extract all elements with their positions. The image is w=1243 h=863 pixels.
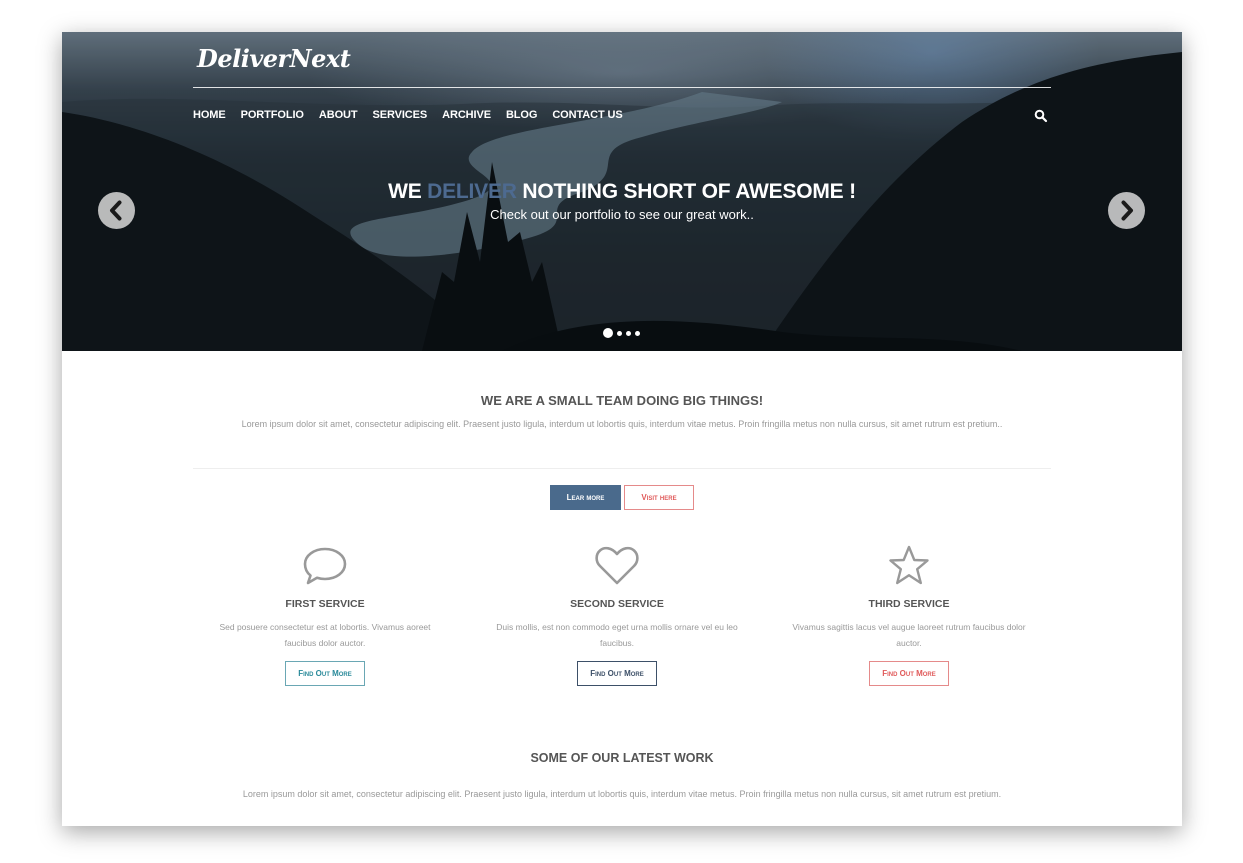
- visit-here-button[interactable]: Visit here: [624, 485, 694, 510]
- service-second: SECOND SERVICE Duis mollis, est non comm…: [492, 544, 742, 686]
- hero-title-accent: DELIVER: [427, 180, 517, 203]
- nav-item-about[interactable]: ABOUT: [319, 109, 358, 121]
- service-description: Duis mollis, est non commodo eget urna m…: [496, 622, 738, 648]
- learn-more-button[interactable]: Lear more: [550, 485, 621, 510]
- nav-item-services[interactable]: SERVICES: [372, 109, 427, 121]
- nav-item-blog[interactable]: BLOG: [506, 109, 537, 121]
- service-first: FIRST SERVICE Sed posuere consectetur es…: [200, 544, 450, 686]
- intro-title: WE ARE A SMALL TEAM DOING BIG THINGS!: [480, 393, 764, 408]
- slider-dot-3[interactable]: [626, 330, 631, 336]
- service-third: THIRD SERVICE Vivamus sagittis lacus vel…: [784, 544, 1034, 686]
- star-icon: [889, 545, 929, 585]
- nav-item-home[interactable]: HOME: [193, 109, 226, 121]
- site-logo[interactable]: DeliverNext: [197, 44, 351, 73]
- find-out-more-button[interactable]: Find Out More: [869, 661, 949, 686]
- intro-text: Lorem ipsum dolor sit amet, consectetur …: [241, 419, 1003, 429]
- main-nav: HOME PORTFOLIO ABOUT SERVICES ARCHIVE BL…: [193, 109, 623, 121]
- latest-work-text: Lorem ipsum dolor sit amet, consectetur …: [242, 789, 1002, 799]
- latest-work-title: SOME OF OUR LATEST WORK: [530, 751, 714, 765]
- search-icon[interactable]: [1034, 109, 1048, 123]
- service-description: Sed posuere consectetur est at lobortis.…: [219, 622, 431, 648]
- hero-title-end: NOTHING SHORT OF AWESOME !: [516, 180, 856, 203]
- slider-dot-1[interactable]: [603, 328, 613, 338]
- page-frame: DeliverNext HOME PORTFOLIO ABOUT SERVICE…: [62, 32, 1182, 826]
- heart-icon: [595, 546, 639, 585]
- slider-pagination: [603, 328, 640, 338]
- nav-item-archive[interactable]: ARCHIVE: [442, 109, 491, 121]
- find-out-more-button[interactable]: Find Out More: [577, 661, 657, 686]
- slider-dot-4[interactable]: [635, 330, 640, 336]
- hero-subtitle: Check out our portfolio to see our great…: [490, 207, 754, 222]
- nav-item-portfolio[interactable]: PORTFOLIO: [241, 109, 304, 121]
- speech-bubble-icon: [303, 547, 347, 585]
- slider-dot-2[interactable]: [617, 330, 622, 336]
- section-divider: [193, 468, 1051, 469]
- hero-slider: DeliverNext HOME PORTFOLIO ABOUT SERVICE…: [62, 32, 1182, 351]
- header-divider: [193, 87, 1051, 88]
- find-out-more-button[interactable]: Find Out More: [285, 661, 365, 686]
- service-description: Vivamus sagittis lacus vel augue laoreet…: [792, 622, 1026, 648]
- hero-title-start: WE: [388, 180, 428, 203]
- service-title: FIRST SERVICE: [285, 598, 365, 610]
- service-title: THIRD SERVICE: [868, 598, 950, 610]
- hero-title: WE DELIVER NOTHING SHORT OF AWESOME !: [62, 180, 1182, 204]
- nav-item-contact-us[interactable]: CONTACT US: [552, 109, 622, 121]
- service-title: SECOND SERVICE: [570, 598, 664, 610]
